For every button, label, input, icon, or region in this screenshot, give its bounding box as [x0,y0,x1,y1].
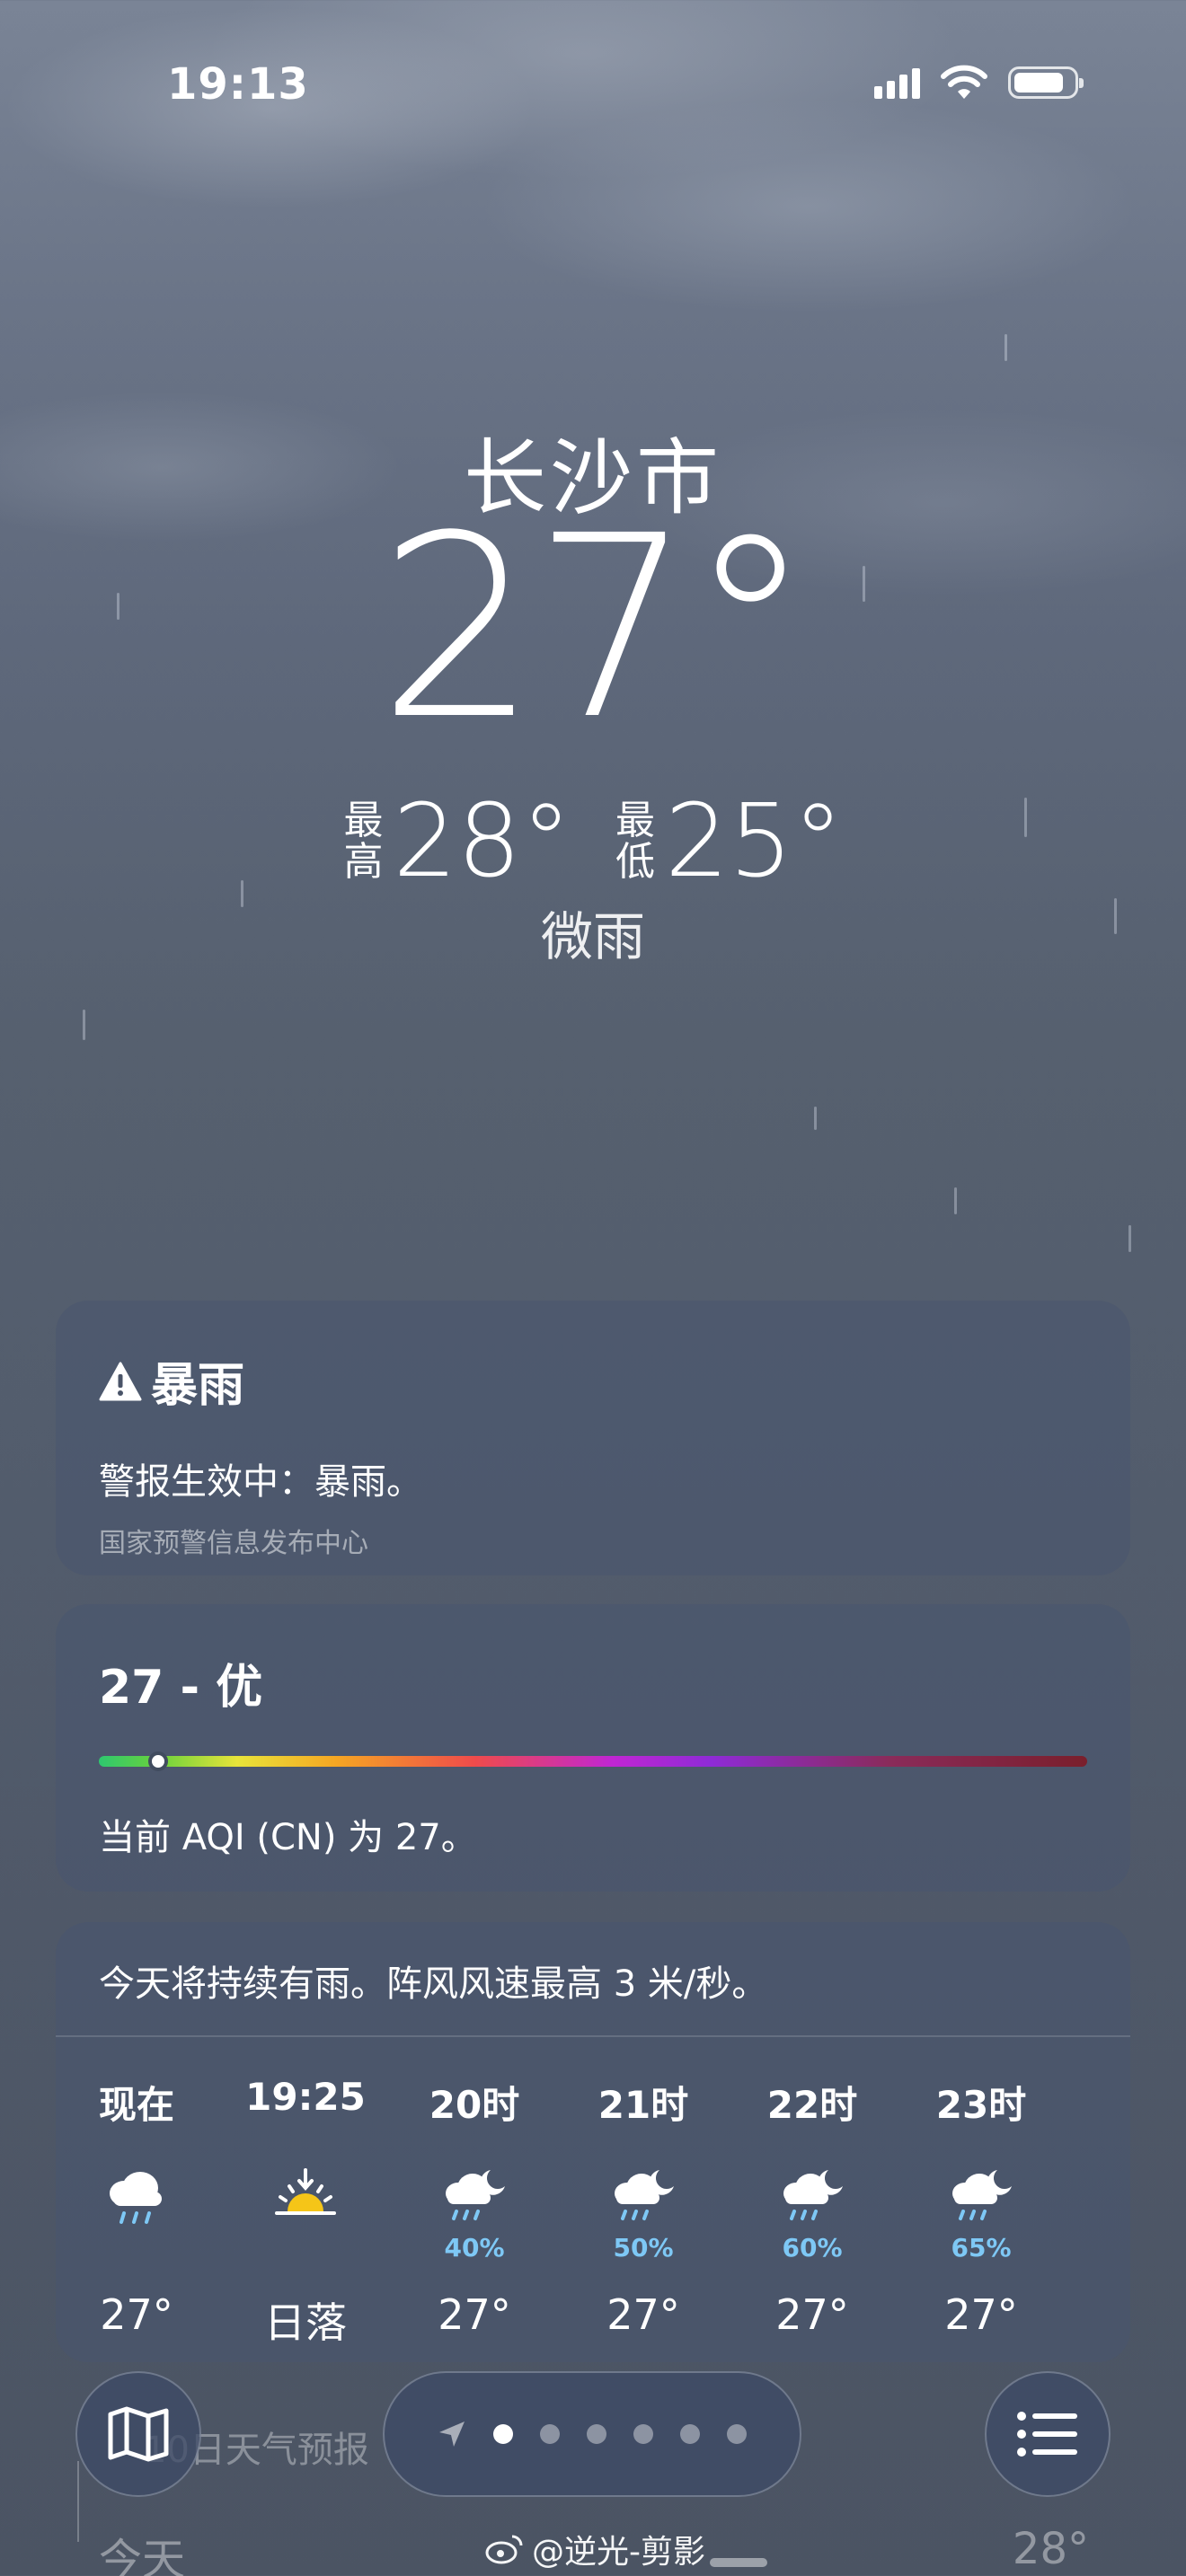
low-temp-group: 最低 25° [615,783,844,900]
location-arrow-icon [439,2422,465,2447]
daily-today-label: 今天 [99,2535,186,2576]
low-temp: 25° [665,783,844,900]
night-rain-icon [945,2166,1017,2229]
high-low-temps: 最高 28° 最低 25° [0,783,1186,900]
hourly-time-label: 19:25 [245,2075,366,2119]
home-indicator [710,2558,767,2567]
aqi-title: 27 - 优 [99,1661,263,1715]
map-icon [108,2406,169,2462]
hourly-precip-chance: 50% [613,2233,674,2263]
alert-source: 国家预警信息发布中心 [99,1528,368,1559]
alert-title-row: 暴雨 [99,1347,1087,1415]
hourly-time-label: 23时 [935,2083,1027,2127]
hourly-list[interactable]: 现在 27° 19:25 日落 20时 40% 27° 21时 50% 27° 22时 60% 27° 2… [56,2037,1130,2360]
hourly-time-label: 20时 [429,2083,520,2127]
warning-icon [99,1362,142,1400]
night-rain-icon [438,2166,510,2229]
high-temp: 28° [393,783,571,900]
hourly-temp: 27° [606,2290,680,2339]
current-temperature: 27° [377,482,813,775]
weibo-logo-icon [485,2535,523,2564]
hourly-time-label: 22时 [766,2083,858,2127]
hourly-time-label: 21时 [597,2083,689,2127]
page-dot[interactable] [727,2424,747,2444]
aqi-description: 当前 AQI (CN) 为 27。 [99,1817,477,1858]
status-time: 19:13 [167,59,309,110]
daily-today-high: 28° [1012,2524,1089,2574]
page-dot[interactable] [680,2424,700,2444]
hourly-summary: 今天将持续有雨。阵风风速最高 3 米/秒。 [56,1922,1130,2037]
aqi-indicator-dot [148,1751,168,1771]
hourly-temp: 27° [775,2290,849,2339]
wifi-icon [941,65,987,99]
night-rain-icon [607,2166,679,2229]
page-dot[interactable] [493,2424,513,2444]
high-label: 最高 [343,798,384,885]
condition-text: 微雨 [540,906,645,967]
alert-title: 暴雨 [151,1359,245,1413]
hourly-precip-chance: 60% [782,2233,843,2263]
watermark-text: @逆光-剪影 [532,2534,705,2571]
battery-icon [1008,66,1084,99]
page-indicator[interactable] [383,2371,801,2497]
map-button[interactable] [75,2371,201,2497]
divider [77,2461,79,2542]
status-icons [874,65,1084,101]
night-rain-icon [776,2166,848,2229]
page-dot[interactable] [633,2424,653,2444]
hourly-precip-chance: 65% [951,2233,1012,2263]
low-label: 最低 [615,798,655,885]
aqi-scale-bar [99,1751,1087,1771]
hourly-time-label: 现在 [98,2083,174,2127]
hourly-temp: 27° [100,2290,173,2339]
page-dot[interactable] [587,2424,606,2444]
page-dot[interactable] [540,2424,560,2444]
alert-message: 警报生效中：暴雨。 [99,1461,422,1503]
hourly-temp: 日落 [264,2298,347,2347]
hourly-temp: 27° [944,2290,1018,2339]
hourly-forecast-card[interactable]: 今天将持续有雨。阵风风速最高 3 米/秒。 现在 27° 19:25 日落 20时 40%… [56,1922,1130,2362]
hourly-precip-chance: 40% [444,2233,505,2263]
watermark: @逆光-剪影 [485,2526,705,2572]
list-icon [1017,2412,1077,2457]
cellular-signal-icon [874,66,920,99]
aqi-card[interactable]: 27 - 优 当前 AQI (CN) 为 27。 [56,1604,1130,1892]
rain-cloud-icon [101,2166,173,2229]
sunset-icon [270,2166,341,2229]
hourly-temp: 27° [438,2290,511,2339]
city-list-button[interactable] [985,2371,1111,2497]
high-temp-group: 最高 28° [342,783,571,900]
alert-card[interactable]: 暴雨 警报生效中：暴雨。 国家预警信息发布中心 [56,1301,1130,1575]
